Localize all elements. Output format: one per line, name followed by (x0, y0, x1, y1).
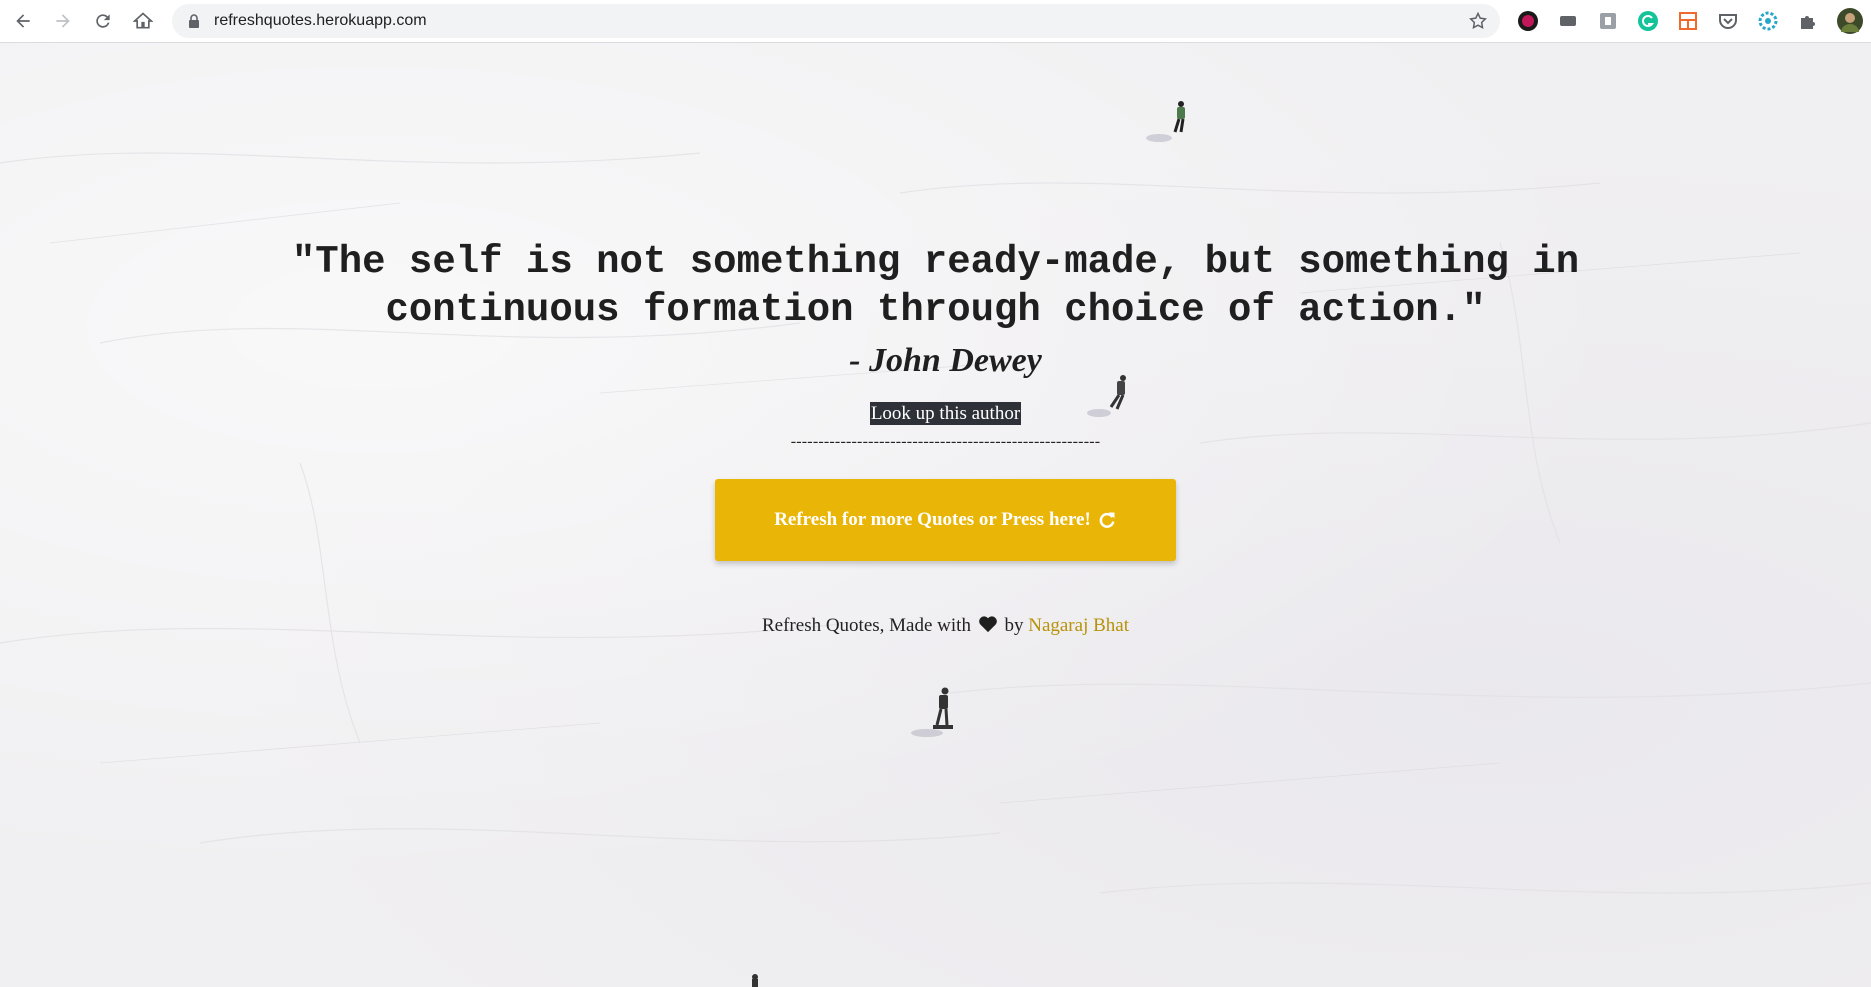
browser-toolbar: refreshquotes.herokuapp.com (0, 0, 1871, 43)
skier-figure (911, 687, 953, 737)
footer: Refresh Quotes, Made with by Nagaraj Bha… (0, 615, 1871, 637)
extension-gray-icon[interactable] (1597, 10, 1619, 32)
grammarly-icon[interactable] (1637, 10, 1659, 32)
footer-by: by (1004, 615, 1024, 636)
lock-icon (189, 14, 199, 28)
lookup-author-wrap: Look up this author (0, 402, 1871, 425)
extensions-puzzle-icon[interactable] (1797, 10, 1819, 32)
page-content: "The self is not something ready-made, b… (0, 43, 1871, 987)
home-icon[interactable] (130, 8, 156, 34)
extension-red-circle-icon[interactable] (1517, 10, 1539, 32)
url-text[interactable]: refreshquotes.herokuapp.com (214, 12, 427, 30)
refresh-button-label: Refresh for more Quotes or Press here! (774, 509, 1091, 530)
address-bar[interactable]: refreshquotes.herokuapp.com (172, 4, 1500, 38)
extension-orange-layout-icon[interactable] (1677, 10, 1699, 32)
quote-text: "The self is not something ready-made, b… (291, 240, 1580, 332)
refresh-quotes-button[interactable]: Refresh for more Quotes or Press here! (715, 479, 1176, 561)
quote-author: - John Dewey (849, 342, 1042, 379)
skier-figure (752, 974, 758, 987)
reload-icon[interactable] (90, 8, 116, 34)
divider: ----------------------------------------… (790, 433, 1101, 450)
extension-gear-icon[interactable] (1757, 10, 1779, 32)
footer-prefix: Refresh Quotes, Made with (762, 615, 971, 636)
pocket-icon[interactable] (1717, 10, 1739, 32)
bookmark-star-icon[interactable] (1468, 11, 1488, 31)
author-link[interactable]: Nagaraj Bhat (1028, 615, 1129, 636)
refresh-icon (1099, 512, 1115, 528)
extension-dark-icon[interactable] (1557, 10, 1579, 32)
back-icon[interactable] (10, 8, 36, 34)
profile-avatar[interactable] (1837, 8, 1863, 34)
forward-icon[interactable] (50, 8, 76, 34)
lookup-author-link[interactable]: Look up this author (869, 402, 1022, 425)
heart-icon (978, 616, 997, 633)
skier-figure (1146, 101, 1185, 142)
